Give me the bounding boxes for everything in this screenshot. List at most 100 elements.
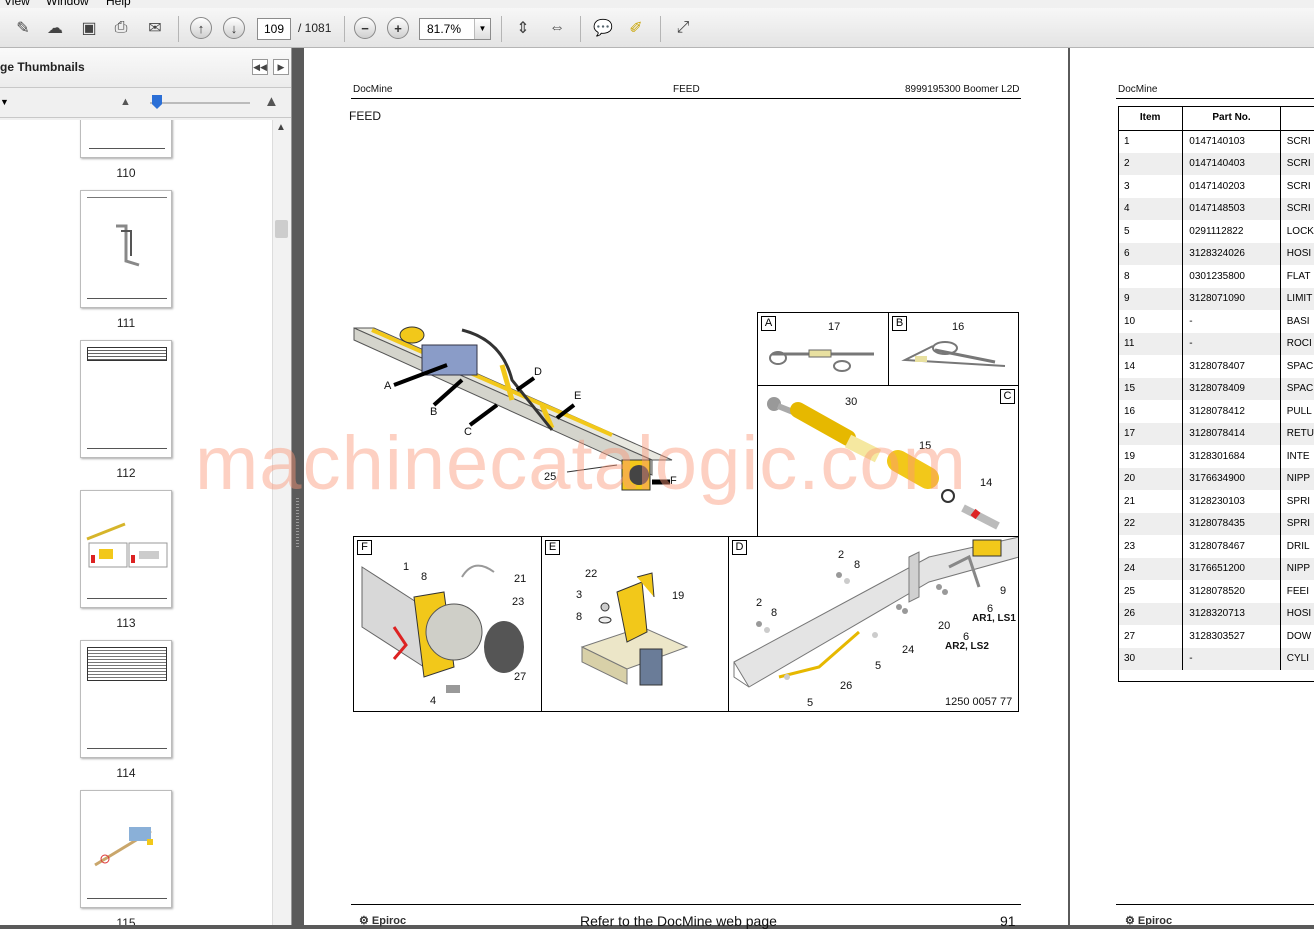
callout-ar2-ls2: AR2, LS2 <box>945 641 989 652</box>
callout-C: C <box>464 426 472 438</box>
page-header-left: DocMine <box>353 84 393 95</box>
cell-item: 19 <box>1118 445 1184 468</box>
cell-part-no: 3128230103 <box>1182 490 1281 513</box>
cell-part-no: 0301235800 <box>1182 265 1281 288</box>
footer-text: Refer to the DocMine web page <box>580 913 777 929</box>
table-row: 27 3128303527 DOW <box>1118 625 1314 648</box>
cell-item: 27 <box>1118 625 1184 648</box>
fit-page-icon[interactable]: ⇕ <box>510 15 536 41</box>
table-row: 21 3128230103 SPRI <box>1118 490 1314 513</box>
fit-width-icon[interactable]: ⇔ <box>544 15 570 41</box>
cell-part-no: 3128078407 <box>1182 355 1281 378</box>
panel-splitter[interactable] <box>292 48 304 925</box>
table-row: 9 3128071090 LIMIT <box>1118 287 1314 310</box>
chevron-down-icon[interactable]: ▼ <box>474 19 490 39</box>
callout-5: 5 <box>875 660 882 672</box>
cell-part-no: 3128078412 <box>1182 400 1281 423</box>
panel-header: ge Thumbnails ◀◀ ▶ <box>0 48 291 88</box>
callout-8c: 8 <box>854 559 861 571</box>
collapse-panel-icon[interactable]: ◀◀ <box>252 59 268 75</box>
cell-part-no: 3128320713 <box>1182 602 1281 625</box>
email-icon[interactable]: ✉ <box>142 15 168 41</box>
cell-description: SCRI <box>1286 180 1311 192</box>
feed-assembly-drawing <box>353 326 673 491</box>
box-label: B <box>892 316 907 331</box>
cell-part-no: - <box>1182 332 1281 355</box>
cell-part-no: 3128078414 <box>1182 422 1281 445</box>
table-row: 3 0147140203 SCRI <box>1118 175 1314 198</box>
cell-item: 5 <box>1118 220 1184 243</box>
thumbnail-114[interactable] <box>80 640 172 758</box>
cell-item: 3 <box>1118 175 1184 198</box>
highlight-icon[interactable]: ✐ <box>623 15 649 41</box>
thumbnail-size-slider[interactable] <box>150 102 250 104</box>
table-row: 14 3128078407 SPAC <box>1118 355 1314 378</box>
scrollbar-thumb[interactable] <box>275 220 288 238</box>
cell-part-no: 3128078467 <box>1182 535 1281 558</box>
panel-menu-icon[interactable]: ▶ <box>273 59 289 75</box>
scroll-up-icon[interactable]: ▲ <box>276 122 286 133</box>
cell-part-no: 3128078520 <box>1182 580 1281 603</box>
cell-item: 23 <box>1118 535 1184 558</box>
menu-help[interactable]: Help <box>106 0 131 8</box>
panel-title: ge Thumbnails <box>0 60 85 74</box>
next-page-icon[interactable]: ↓ <box>221 15 247 41</box>
cell-item: 8 <box>1118 265 1184 288</box>
table-row: 17 3128078414 RETU <box>1118 422 1314 445</box>
zoom-out-icon[interactable]: − <box>352 15 378 41</box>
zoom-in-icon[interactable]: + <box>385 15 411 41</box>
callout-19: 19 <box>672 590 685 602</box>
cell-item: 14 <box>1118 355 1184 378</box>
callout-8: 8 <box>421 571 428 583</box>
cell-part-no: 3128078409 <box>1182 377 1281 400</box>
thumbnail-115[interactable] <box>80 790 172 908</box>
cell-description: LIMIT <box>1280 287 1314 310</box>
cell-item: 2 <box>1118 152 1184 175</box>
fullscreen-icon[interactable]: ⤢ <box>670 15 696 41</box>
cell-item: 30 <box>1118 647 1184 670</box>
thumbnail-111[interactable] <box>80 190 172 308</box>
cell-description: HOSI <box>1280 242 1314 265</box>
cell-item: 20 <box>1118 467 1184 490</box>
cell-part-no: 3128301684 <box>1182 445 1281 468</box>
callout-4: 4 <box>430 695 437 707</box>
cell-description: SCRI <box>1280 152 1314 175</box>
large-mountain-icon[interactable]: ▲ <box>264 93 279 110</box>
cell-part-no: 3128324026 <box>1182 242 1281 265</box>
save-icon[interactable]: ▣ <box>76 15 102 41</box>
thumbnail-scrollbar[interactable]: ▲ <box>272 120 290 925</box>
options-chevron-icon[interactable]: ▼ <box>0 97 9 107</box>
cell-part-no: 3176634900 <box>1182 467 1281 490</box>
print-icon[interactable]: ⎙ <box>108 15 134 41</box>
thumbnail-113[interactable] <box>80 490 172 608</box>
thumbnail-label: 113 <box>116 616 136 630</box>
page-number-input[interactable]: 109 <box>257 18 291 40</box>
page-header-center: FEED <box>673 84 700 95</box>
detail-box-a: A 17 <box>757 312 889 386</box>
prev-page-icon[interactable]: ↑ <box>188 15 214 41</box>
small-mountain-icon[interactable]: ▲ <box>120 96 131 108</box>
menu-window[interactable]: Window <box>46 0 89 8</box>
detail-box-c: C 30 15 14 <box>757 385 1019 537</box>
menu-view[interactable]: View <box>4 0 30 8</box>
cell-part-no: 3176651200 <box>1182 557 1281 580</box>
table-row: 23 3128078467 DRIL <box>1118 535 1314 558</box>
callout-D: D <box>534 366 542 378</box>
table-row: 30- CYLI <box>1118 647 1314 670</box>
panel-tools: ▼ ▲ ▲ <box>0 88 291 118</box>
upload-icon[interactable]: ☁ <box>42 15 68 41</box>
thumbnail-112[interactable] <box>80 340 172 458</box>
cell-description: INTE <box>1286 450 1310 462</box>
comment-icon[interactable]: 💬 <box>590 15 616 41</box>
cell-item: 10 <box>1118 310 1184 333</box>
cell-description: FEEI <box>1286 585 1309 597</box>
cell-item: 4 <box>1118 197 1184 220</box>
cell-part-no: 0147140403 <box>1182 152 1281 175</box>
thumbnail-label: 110 <box>116 166 136 180</box>
slider-thumb[interactable] <box>152 95 162 109</box>
edit-icon[interactable]: ✎ <box>10 15 36 41</box>
thumbnail-110[interactable] <box>80 120 172 158</box>
cell-part-no: 3128078435 <box>1182 512 1281 535</box>
zoom-select[interactable]: 81.7% ▼ <box>419 18 491 40</box>
callout-22: 22 <box>585 568 598 580</box>
